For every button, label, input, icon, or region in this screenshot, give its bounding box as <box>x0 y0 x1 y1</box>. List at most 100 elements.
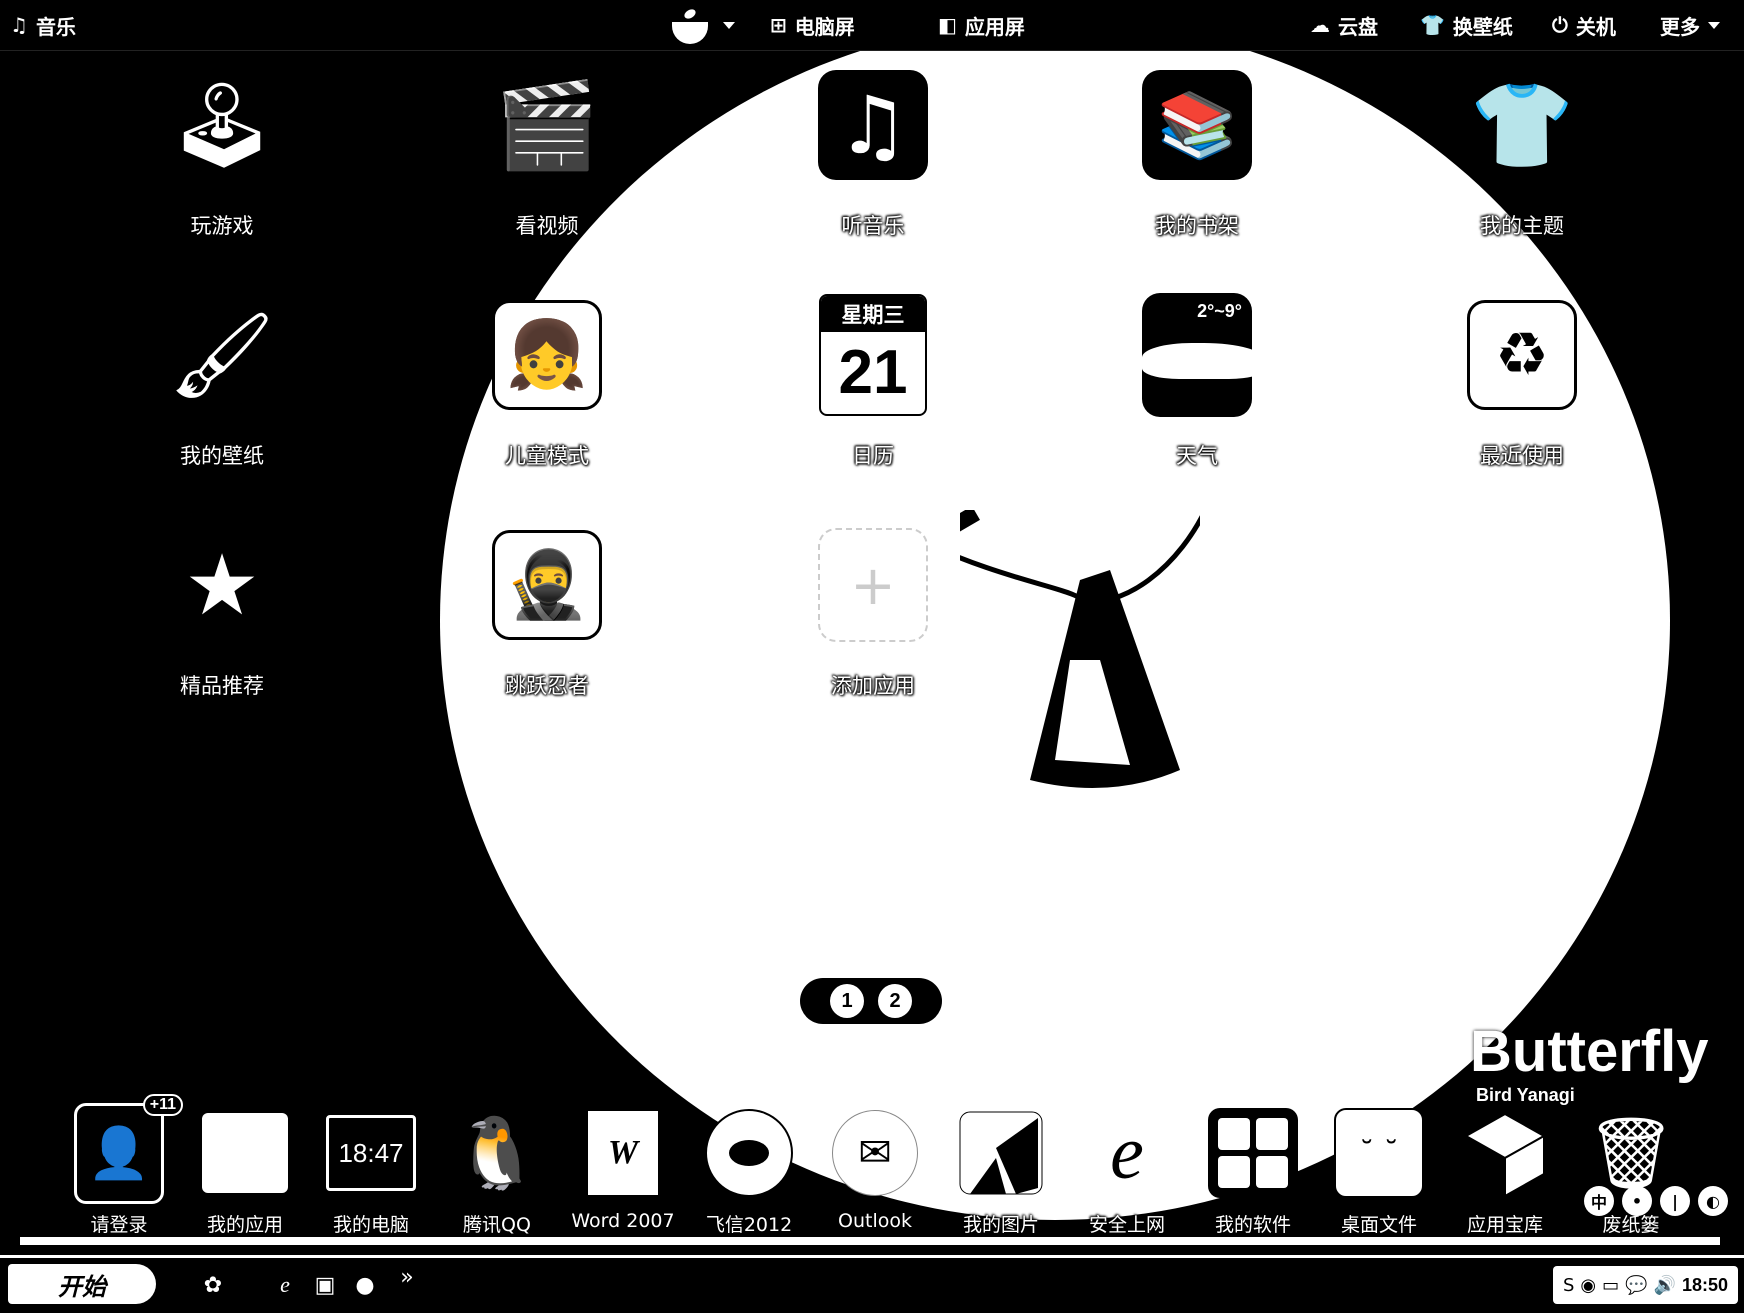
dock-item-my-computer[interactable]: 18:47 我的电脑 <box>309 1100 433 1250</box>
dock-label: 腾讯QQ <box>463 1214 531 1236</box>
word-icon: W <box>578 1108 668 1198</box>
app-recently-used[interactable]: ♻ 最近使用 <box>1422 300 1622 510</box>
change-wallpaper-label: 换壁纸 <box>1452 14 1513 39</box>
tab-app-screen[interactable]: ◧ 应用屏 <box>938 10 1025 40</box>
tshirt-icon: 👕 <box>1420 13 1445 37</box>
star-icon: ★ <box>184 536 260 634</box>
app-recommended[interactable]: ★ 精品推荐 <box>122 530 322 740</box>
app-my-theme[interactable]: 👕 我的主题 <box>1422 70 1622 280</box>
volume-icon[interactable]: 🔊 <box>1654 1275 1676 1296</box>
app-label: 听音乐 <box>841 214 905 238</box>
tray-clock[interactable]: 18:50 <box>1682 1275 1728 1296</box>
sogou-icon[interactable]: S <box>1563 1275 1574 1296</box>
dock-label: 请登录 <box>90 1214 148 1236</box>
recent-recycle-icon: ♻ <box>1467 300 1577 410</box>
wallpaper-brush-icon: 🖌 <box>168 306 276 404</box>
app-my-bookshelf[interactable]: 📚 我的书架 <box>1097 70 1297 280</box>
more-chevrons: » <box>400 1264 414 1290</box>
dock-item-my-software[interactable]: 我的软件 <box>1191 1100 1315 1250</box>
folder-icon[interactable]: ▣ <box>310 1270 340 1300</box>
system-tray: S ◉ ▭ 💬 🔊 18:50 <box>1552 1266 1738 1304</box>
network-globe-icon[interactable]: ◉ <box>1580 1275 1596 1296</box>
app-label: 跳跃忍者 <box>505 674 589 698</box>
dock-label: 桌面文件 <box>1340 1214 1417 1236</box>
dock-item-outlook[interactable]: ✉ Outlook <box>813 1100 937 1250</box>
cloud-icon: ☁ <box>1310 13 1330 37</box>
more-menu-button[interactable]: 更多 <box>1660 10 1720 40</box>
power-icon: ⏻ <box>1552 13 1568 37</box>
dock-item-my-pictures[interactable]: 我的图片 <box>939 1100 1063 1250</box>
qq-penguin-icon: 🐧 <box>453 1111 541 1194</box>
wallpaper-lamp-graphic <box>960 510 1200 788</box>
app-watch-video[interactable]: 🎬 看视频 <box>447 70 647 280</box>
dock-item-trash[interactable]: 🗑 废纸篓 <box>1569 1100 1693 1250</box>
dock-label: 应用宝库 <box>1466 1214 1543 1236</box>
tab-label: 电脑屏 <box>794 14 855 39</box>
skin-menu-button[interactable] <box>668 6 712 44</box>
app-label: 精品推荐 <box>180 674 264 698</box>
dock-item-qq[interactable]: 🐧 腾讯QQ <box>435 1100 559 1250</box>
more-label: 更多 <box>1660 14 1700 39</box>
cloud-disk-button[interactable]: ☁ 云盘 <box>1310 10 1378 40</box>
change-wallpaper-button[interactable]: 👕 换壁纸 <box>1420 10 1513 40</box>
start-button[interactable]: 开始 <box>8 1264 156 1304</box>
display-icon[interactable]: ▭ <box>1602 1275 1619 1296</box>
dock-item-word[interactable]: W Word 2007 <box>561 1100 685 1250</box>
music-note-icon: ♫ <box>818 70 928 180</box>
calendar-day: 21 <box>838 337 908 407</box>
cloud-disk-label: 云盘 <box>1338 14 1378 39</box>
page-dot-1[interactable]: 1 <box>830 984 864 1018</box>
shutdown-button[interactable]: ⏻ 关机 <box>1552 10 1616 40</box>
app-add-application[interactable]: + 添加应用 <box>773 528 973 740</box>
ime-width-toggle[interactable]: ◐ <box>1698 1186 1728 1216</box>
ime-punctuation-toggle[interactable]: • <box>1622 1186 1652 1216</box>
dock-item-safe-browsing[interactable]: e 安全上网 <box>1065 1100 1189 1250</box>
dock-item-login[interactable]: 👤 +11 请登录 <box>57 1094 183 1250</box>
media-icon[interactable]: ● <box>350 1270 380 1300</box>
tab-computer-screen[interactable]: ⊞ 电脑屏 <box>770 10 855 40</box>
music-button[interactable]: ♫ 音乐 <box>10 10 76 40</box>
dock: 👤 +11 请登录 我的应用 18:47 我的电脑 🐧 腾讯QQ W Word … <box>0 1094 1744 1250</box>
dock-item-my-apps[interactable]: 我的应用 <box>183 1100 307 1250</box>
app-listen-music[interactable]: ♫ 听音乐 <box>773 70 973 280</box>
clapperboard-icon: 🎬 <box>494 76 600 174</box>
ie-icon[interactable]: e <box>270 1270 300 1300</box>
monitor-clock: 18:47 <box>326 1115 416 1191</box>
app-label: 看视频 <box>515 214 579 238</box>
app-play-games[interactable]: 🕹 玩游戏 <box>122 70 322 280</box>
flower-app-icon[interactable]: ✿ <box>198 1270 228 1300</box>
app-label: 添加应用 <box>831 674 915 698</box>
music-note-icon: ♫ <box>10 13 28 37</box>
page-dot-2[interactable]: 2 <box>878 984 912 1018</box>
song-title: Butterfly <box>1470 1019 1709 1084</box>
chat-icon[interactable]: 💬 <box>1625 1275 1647 1296</box>
dock-item-fetion[interactable]: 飞信2012 <box>687 1100 811 1250</box>
child-face-icon: 👧 <box>492 300 602 410</box>
app-kids-mode[interactable]: 👧 儿童模式 <box>447 300 647 510</box>
notification-badge: +11 <box>142 1094 183 1116</box>
dock-item-app-store[interactable]: 应用宝库 <box>1443 1100 1567 1250</box>
app-weather[interactable]: 2°~9° 天气 <box>1097 293 1297 510</box>
chevron-down-icon <box>1708 21 1720 29</box>
weather-cloud-icon: 2°~9° <box>1142 293 1252 417</box>
dock-item-desktop-files[interactable]: ˘ ˘ 桌面文件 <box>1317 1100 1441 1250</box>
app-jumping-ninja[interactable]: 🥷 跳跃忍者 <box>447 530 647 740</box>
monitor-icon: 18:47 <box>326 1108 416 1198</box>
start-label: 开始 <box>58 1272 106 1301</box>
software-grid-icon <box>1208 1108 1298 1198</box>
dock-label: Outlook <box>838 1210 912 1232</box>
page-indicator: 1 2 <box>800 978 942 1024</box>
app-calendar[interactable]: 星期三 21 日历 <box>773 294 973 510</box>
chevron-down-icon[interactable] <box>723 22 735 29</box>
ime-softkeyboard-toggle[interactable]: | <box>1660 1186 1690 1216</box>
app-box-icon <box>200 1108 290 1198</box>
app-label: 天气 <box>1176 444 1218 468</box>
outlook-icon: ✉ <box>830 1108 920 1198</box>
more-quicklaunch-button[interactable]: » <box>392 1262 422 1292</box>
ime-chinese-toggle[interactable]: 中 <box>1584 1186 1614 1216</box>
now-playing: Butterfly Bird Yanagi <box>1470 1018 1708 1106</box>
dock-label: 安全上网 <box>1088 1214 1165 1236</box>
joystick-icon: 🕹 <box>168 76 276 174</box>
taskbar: 开始 ✿ e ▣ ● » S ◉ ▭ 💬 🔊 18:50 <box>0 1255 1744 1313</box>
app-my-wallpaper[interactable]: 🖌 我的壁纸 <box>122 300 322 510</box>
